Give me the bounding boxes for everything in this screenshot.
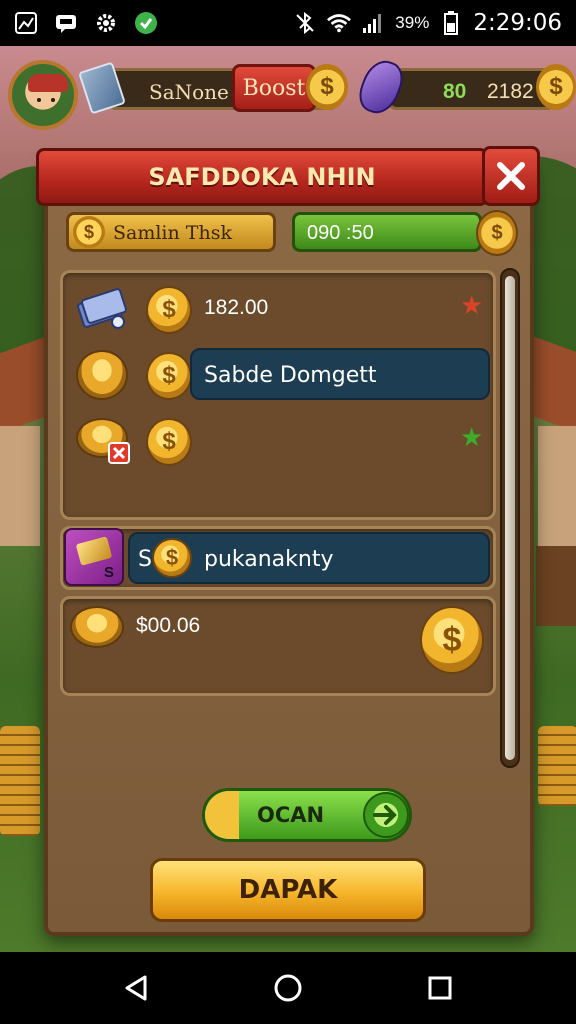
coin-bag-icon[interactable]: $ bbox=[476, 210, 518, 256]
hut-wall bbox=[0, 426, 40, 546]
timer-pill: 090 :50 bbox=[292, 212, 482, 252]
row-value: 182.00 bbox=[204, 296, 269, 319]
big-coin-icon[interactable]: $ bbox=[420, 606, 484, 674]
cash-stack-icon bbox=[77, 288, 127, 329]
recents-square-icon bbox=[428, 976, 452, 1000]
gear-icon bbox=[94, 11, 118, 35]
task-pill[interactable]: $ Samlin Thsk bbox=[66, 212, 276, 252]
scrollbar-thumb[interactable] bbox=[505, 276, 515, 760]
star-icon: ★ bbox=[460, 290, 484, 320]
coin-icon: $ bbox=[146, 352, 192, 400]
purple-icon-label: S bbox=[104, 564, 115, 581]
close-icon bbox=[497, 162, 525, 190]
close-button[interactable] bbox=[482, 146, 540, 206]
row-label: Sabde Domgett bbox=[204, 363, 377, 388]
ocan-button-label: OCAN bbox=[257, 803, 325, 827]
image-icon bbox=[14, 11, 38, 35]
coin-icon[interactable]: $ bbox=[536, 64, 576, 110]
balance-value: $00.06 bbox=[136, 614, 201, 637]
signal-icon bbox=[361, 11, 385, 35]
modal-header: SAFDDOKA NHIN bbox=[36, 148, 488, 206]
coin-icon: $ bbox=[73, 216, 105, 248]
home-circle-icon bbox=[274, 974, 302, 1002]
button-cap bbox=[205, 791, 239, 839]
hat-icon bbox=[28, 74, 68, 92]
back-button[interactable] bbox=[112, 964, 160, 1012]
recents-button[interactable] bbox=[416, 964, 464, 1012]
dapak-button-label: DAPAK bbox=[238, 875, 338, 905]
special-row-label: pukanaknty bbox=[204, 547, 334, 572]
gems-value: 80 bbox=[443, 80, 467, 103]
boost-button[interactable]: Boost bbox=[232, 64, 316, 112]
coin-add-icon[interactable]: $ bbox=[306, 64, 348, 110]
home-button[interactable] bbox=[264, 964, 312, 1012]
profile-label: SaNone bbox=[149, 80, 229, 104]
ocan-button[interactable]: OCAN bbox=[202, 788, 412, 842]
coins-value: 2182 bbox=[487, 80, 534, 103]
battery-percent: 39% bbox=[395, 13, 430, 32]
hut-wall bbox=[538, 426, 576, 546]
bluetooth-off-icon bbox=[293, 11, 317, 35]
scrollbar[interactable] bbox=[500, 268, 520, 768]
chat-icon bbox=[54, 11, 78, 35]
modal-title: SAFDDOKA NHIN bbox=[148, 163, 376, 191]
coin-stack bbox=[0, 726, 40, 836]
special-row-prefix: S bbox=[138, 547, 152, 572]
coin-pile-icon bbox=[70, 606, 124, 648]
star-icon: ★ bbox=[460, 422, 484, 452]
coin-stack bbox=[538, 726, 576, 806]
arrow-right-icon bbox=[363, 792, 409, 838]
wifi-icon bbox=[327, 11, 352, 35]
task-pill-label: Samlin Thsk bbox=[113, 222, 232, 244]
coin-icon: $ bbox=[152, 538, 192, 578]
back-triangle-icon bbox=[125, 975, 147, 1001]
timer-value: 090 :50 bbox=[307, 222, 374, 244]
coin-icon: $ bbox=[146, 418, 192, 466]
currency-bar: 80 2182 bbox=[388, 68, 556, 110]
coin-pile-icon bbox=[76, 350, 128, 400]
battery-icon bbox=[439, 11, 463, 35]
row-label-bar: Sabde Domgett bbox=[190, 348, 490, 400]
remove-badge-icon[interactable] bbox=[108, 442, 130, 464]
dapak-button[interactable]: DAPAK bbox=[150, 858, 426, 922]
status-bar: 39% 2:29:06 bbox=[0, 0, 576, 46]
clock: 2:29:06 bbox=[473, 10, 562, 36]
boost-label: Boost bbox=[242, 75, 306, 101]
gold-bar-icon bbox=[75, 536, 113, 566]
navigation-bar bbox=[0, 952, 576, 1024]
hut-roof bbox=[530, 335, 576, 437]
player-avatar[interactable] bbox=[8, 60, 78, 130]
fence bbox=[536, 546, 576, 626]
hut-roof bbox=[0, 335, 50, 437]
coin-icon: $ bbox=[146, 286, 192, 334]
check-badge-icon bbox=[134, 11, 158, 35]
gift-box-icon[interactable]: S bbox=[64, 528, 124, 586]
face-icon bbox=[37, 98, 41, 102]
top-hud: SaNone Boost $ 80 2182 $ bbox=[0, 52, 576, 132]
